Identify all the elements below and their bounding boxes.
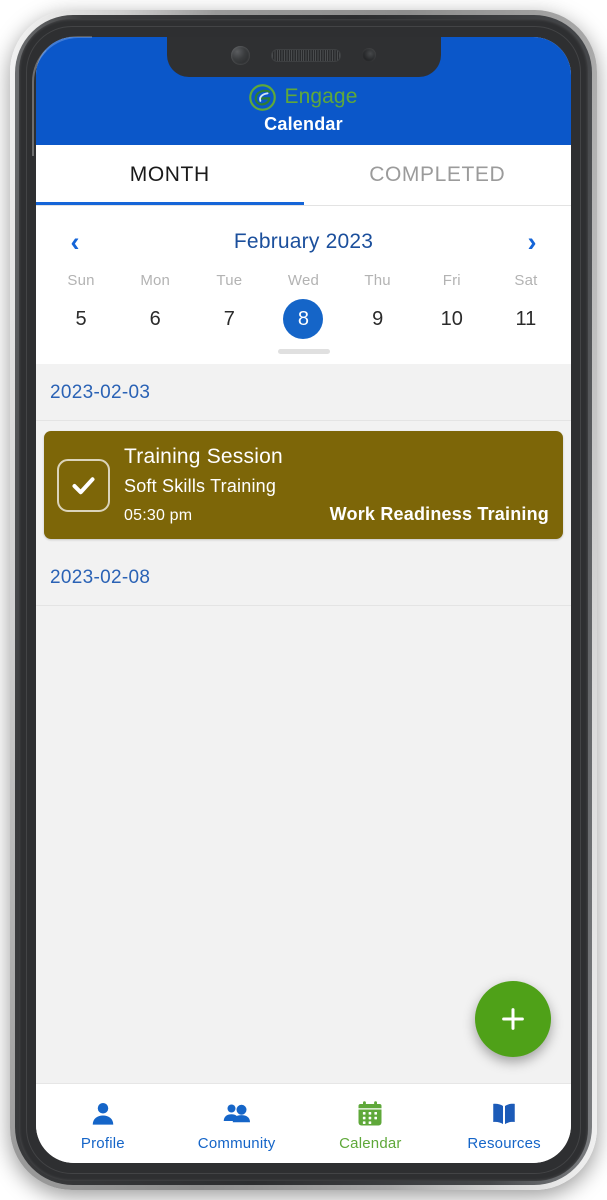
page-title: Calendar [264, 114, 343, 134]
brand-row: Engage [249, 81, 357, 113]
nav-label-profile: Profile [80, 1135, 125, 1152]
day-name-tue: Tue [216, 272, 243, 289]
event-card-training-session[interactable]: Training Session Soft Skills Training 05… [44, 431, 563, 539]
brand-name: Engage [284, 85, 358, 108]
nav-item-community[interactable]: Community [170, 1084, 304, 1163]
nav-item-resources[interactable]: Resources [437, 1084, 571, 1163]
calendar-icon [355, 1099, 385, 1129]
proximity-sensor-icon [362, 48, 376, 62]
day-name-mon: Mon [140, 272, 171, 289]
agenda-date-header-2: 2023-02-08 [36, 549, 571, 606]
people-group-icon [222, 1099, 252, 1129]
nav-label-resources: Resources [467, 1135, 541, 1152]
chevron-right-icon[interactable]: › [517, 228, 547, 256]
front-camera-icon [231, 45, 250, 65]
calendar-month-label: February 2023 [233, 230, 374, 253]
add-event-fab-button[interactable] [475, 981, 551, 1057]
calendar-day-7[interactable]: 7 [209, 299, 249, 339]
open-book-icon [489, 1099, 519, 1129]
day-name-thu: Thu [364, 272, 391, 289]
nav-label-community: Community [197, 1135, 276, 1152]
nav-label-calendar: Calendar [339, 1135, 402, 1152]
earpiece-speaker-icon [271, 48, 341, 62]
checkmark-icon [72, 476, 95, 494]
phone-frame: Engage Calendar MONTH COMPLETED ‹ Februa… [10, 10, 597, 1190]
calendar-day-6[interactable]: 6 [135, 299, 175, 339]
calendar-day-cell: 10 [415, 297, 489, 341]
chevron-left-icon[interactable]: ‹ [60, 228, 90, 256]
nav-item-profile[interactable]: Profile [36, 1084, 170, 1163]
event-footer: 05:30 pm Work Readiness Training [124, 504, 549, 525]
calendar-day-8-selected[interactable]: 8 [283, 299, 324, 339]
calendar-day-cell: 9 [341, 297, 415, 341]
day-name-sat: Sat [514, 272, 538, 289]
phone-notch [166, 37, 441, 77]
bottom-navigation-bar: Profile Community Calendar Resources [36, 1083, 571, 1163]
calendar-day-cell: 8 [266, 297, 340, 341]
calendar-day-cell: 11 [489, 297, 563, 341]
engage-swirl-logo-icon [249, 83, 277, 111]
calendar-day-9[interactable]: 9 [358, 299, 398, 339]
day-name-fri: Fri [442, 272, 461, 289]
tab-completed[interactable]: COMPLETED [304, 145, 572, 205]
event-time: 05:30 pm [124, 507, 193, 524]
plus-icon [502, 1008, 524, 1030]
calendar-strip: ‹ February 2023 › Sun Mon Tue Wed Thu Fr… [36, 206, 571, 364]
day-name-wed: Wed [287, 272, 320, 289]
nav-item-calendar[interactable]: Calendar [304, 1084, 438, 1163]
calendar-day-cell: 6 [118, 297, 192, 341]
phone-screen: Engage Calendar MONTH COMPLETED ‹ Februa… [36, 37, 571, 1163]
event-title: Training Session [124, 445, 283, 468]
calendar-day-11[interactable]: 11 [506, 299, 546, 339]
calendar-day-cell: 5 [44, 297, 118, 341]
agenda-list: 2023-02-03 Training Session Soft Skills … [36, 364, 571, 1083]
calendar-drag-handle[interactable] [277, 349, 330, 354]
tab-month[interactable]: MONTH [36, 145, 304, 205]
calendar-day-5[interactable]: 5 [61, 299, 101, 339]
day-name-sun: Sun [67, 272, 95, 289]
event-subtitle: Soft Skills Training [124, 476, 277, 496]
calendar-day-names: Sun Mon Tue Wed Thu Fri Sat [36, 272, 571, 289]
event-body: Training Session Soft Skills Training 05… [124, 445, 549, 525]
calendar-nav: ‹ February 2023 › [36, 222, 571, 262]
calendar-handle-wrap [36, 341, 571, 364]
agenda-date-header-1: 2023-02-03 [36, 364, 571, 421]
event-complete-checkbox[interactable] [57, 458, 110, 512]
calendar-day-cell: 7 [192, 297, 266, 341]
event-category-tag: Work Readiness Training [329, 504, 549, 524]
person-icon [88, 1099, 118, 1129]
calendar-week-row: 5 6 7 8 9 10 11 [36, 297, 571, 341]
calendar-day-10[interactable]: 10 [432, 299, 472, 339]
tab-bar: MONTH COMPLETED [36, 145, 571, 206]
